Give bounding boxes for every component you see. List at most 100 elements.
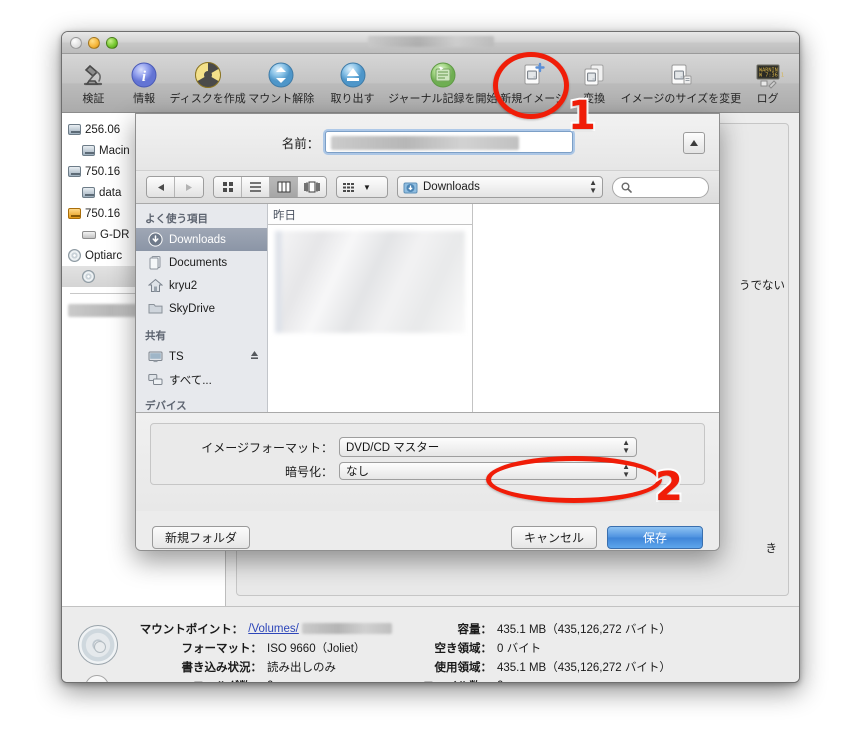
eject-icon [317, 59, 388, 91]
toolbar-label-eject: 取り出す [330, 93, 375, 105]
format-row: イメージフォーマット： DVD/CD マスター ▲ ▼ [151, 435, 704, 459]
save-button[interactable]: 保存 [607, 525, 703, 549]
list-view-icon[interactable] [242, 177, 270, 197]
browser-column-2[interactable] [473, 204, 719, 412]
toolbar-button-eject[interactable]: 取り出す [317, 58, 388, 106]
coverflow-view-icon[interactable] [298, 177, 326, 197]
cd-disc-icon [78, 625, 118, 665]
toolbar-button-unmount[interactable]: マウント解除 [246, 58, 317, 106]
external-disk-icon [68, 208, 81, 219]
disk-list-item-label: Macin [99, 144, 130, 157]
sidebar-item-label: TS [169, 350, 184, 363]
name-input[interactable] [325, 131, 574, 153]
disk-list-item-label: 750.16 [85, 207, 121, 220]
info-value: ISO 9660（Joliet） [267, 642, 366, 655]
eject-icon[interactable] [250, 350, 259, 363]
burn-icon [169, 59, 245, 91]
arrange-icon [343, 182, 354, 192]
toolbar-label-unmount: マウント解除 [248, 93, 315, 105]
callout-ring-1 [493, 52, 569, 119]
format-value: DVD/CD マスター [346, 442, 440, 454]
disk-list-item-label: 256.06 [85, 123, 121, 136]
sidebar-item-all[interactable]: すべて... [136, 368, 267, 391]
format-select[interactable]: DVD/CD マスター ▲ ▼ [339, 437, 637, 457]
log-icon: WARNIN W 7:36 1 [742, 59, 793, 91]
home-icon [147, 278, 163, 294]
callout-badge-1: 1 [566, 93, 598, 139]
view-mode-segment[interactable] [213, 176, 327, 198]
toolbar: 検証 i 情報 ディスクを作成 マウント解除 取り出す ジャーナル記録を開始 新… [62, 54, 799, 113]
arrange-menu[interactable]: ▼ [336, 176, 388, 198]
disk-list-item-label: data [99, 186, 122, 199]
callout-badge-2: 2 [653, 464, 685, 510]
sidebar-item-ts[interactable]: TS [136, 345, 267, 368]
sheet-sidebar[interactable]: よく使う項目 Downloads Documents kryu2 SkyDriv… [136, 204, 268, 412]
toolbar-button-burn[interactable]: ディスクを作成 [169, 58, 246, 106]
info-columns: マウントポイント： /Volumes/ フォーマット： ISO 9660（Jol… [62, 619, 799, 683]
hard-disk-icon [68, 166, 81, 177]
sidebar-item-home[interactable]: kryu2 [136, 274, 267, 297]
background-text-fragment-2: き [765, 543, 778, 555]
info-label: 容量： [457, 623, 493, 636]
name-value-redacted [331, 136, 520, 150]
sidebar-item-label: Documents [169, 256, 228, 269]
browser-column-1[interactable]: 昨日 [268, 204, 473, 412]
disk-list-item-label: G-DR [100, 228, 130, 241]
column-header: 昨日 [268, 204, 472, 225]
optical-disc-icon [82, 270, 95, 283]
column-browser: 昨日 [268, 204, 719, 412]
cancel-button[interactable]: キャンセル [510, 525, 597, 549]
icon-view-icon[interactable] [214, 177, 242, 197]
info-value: 読み出しのみ [267, 661, 336, 674]
window-title-redacted [367, 35, 494, 47]
toolbar-button-journal[interactable]: ジャーナル記録を開始 [388, 58, 498, 106]
info-row: 容量： 435.1 MB（435,126,272 バイト） [392, 619, 671, 638]
sidebar-item-skydrive[interactable]: SkyDrive [136, 297, 267, 320]
column-view-icon[interactable] [270, 177, 298, 197]
info-row: 書き込み状況： 読み出しのみ [62, 657, 392, 676]
network-icon [147, 372, 163, 388]
external-drive-icon [82, 230, 96, 239]
chevron-updown-icon: ▲ ▼ [622, 438, 630, 455]
triangle-left-icon[interactable] [147, 177, 175, 197]
toolbar-button-resize-image[interactable]: イメージのサイズを変更 [620, 58, 743, 106]
mount-point-redacted [302, 622, 392, 634]
window-titlebar[interactable] [62, 32, 799, 54]
mount-point-link[interactable]: /Volumes/ [248, 623, 299, 635]
documents-icon [147, 255, 163, 271]
sheet-button-bar: 新規フォルダ キャンセル 保存 [136, 511, 719, 550]
callout-ring-2 [486, 456, 662, 503]
location-popup[interactable]: Downloads ▲ ▼ [397, 176, 603, 198]
downloads-icon [147, 232, 163, 248]
search-input[interactable] [612, 176, 709, 198]
disk-list-item-label: Optiarc [85, 249, 123, 262]
sidebar-item-downloads[interactable]: Downloads [136, 228, 267, 251]
chevron-down-icon: ▼ [363, 182, 371, 192]
volume-icon [82, 145, 95, 156]
toolbar-button-info[interactable]: i 情報 [119, 58, 170, 106]
unmount-icon [246, 59, 317, 91]
sidebar-item-label: kryu2 [169, 279, 198, 292]
volume-info-panel: ? マウントポイント： /Volumes/ フォーマット： ISO 9660（J… [62, 606, 799, 683]
info-label: 使用領域： [434, 661, 493, 674]
sidebar-item-documents[interactable]: Documents [136, 251, 267, 274]
info-value: 0 [492, 680, 503, 683]
toolbar-button-log[interactable]: WARNIN W 7:36 1 ログ [742, 58, 793, 106]
background-text-fragment: うでない [739, 280, 785, 292]
info-row: 使用領域： 435.1 MB（435,126,272 バイト） [392, 657, 671, 676]
new-folder-button[interactable]: 新規フォルダ [152, 525, 251, 549]
resize-image-icon [620, 59, 743, 91]
triangle-right-icon[interactable] [175, 177, 203, 197]
format-label: イメージフォーマット： [201, 440, 333, 455]
info-row: フォルダ数： 0 [62, 676, 392, 683]
file-list-redacted[interactable] [275, 231, 465, 333]
toolbar-button-verify[interactable]: 検証 [68, 58, 119, 106]
name-label: 名前： [281, 136, 320, 151]
toolbar-label-verify: 検証 [82, 93, 105, 105]
downloads-folder-icon [403, 182, 418, 193]
info-value: 0 バイト [497, 642, 542, 655]
nav-history-segment[interactable] [146, 176, 204, 198]
sidebar-item-label: すべて... [169, 374, 212, 387]
chevron-up-icon[interactable] [683, 132, 705, 154]
folder-icon [147, 301, 163, 317]
